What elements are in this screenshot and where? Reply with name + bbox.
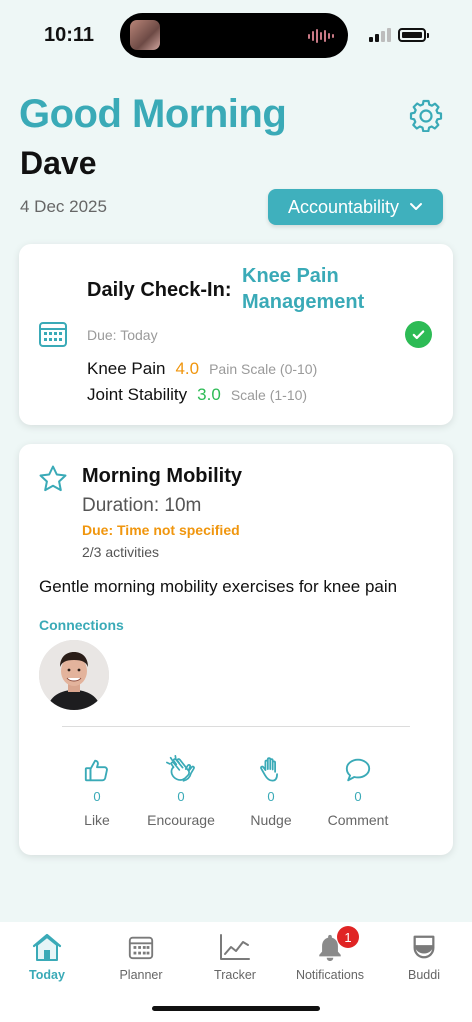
nudge-count: 0 (267, 789, 275, 804)
activity-duration: Duration: 10m (82, 495, 202, 516)
tab-label: Tracker (214, 968, 256, 982)
completed-check-icon (405, 321, 432, 348)
daily-checkin-card[interactable]: Daily Check-In: Knee Pain Management Due… (19, 244, 453, 425)
activity-title: Morning Mobility (82, 465, 242, 487)
divider (62, 726, 410, 727)
metric-value: 3.0 (197, 385, 221, 404)
status-time: 10:11 (44, 24, 95, 46)
metric-value: 4.0 (175, 359, 200, 378)
dynamic-island (120, 13, 348, 58)
settings-gear-icon[interactable] (409, 98, 443, 133)
metric-scale: Scale (1-10) (230, 387, 308, 403)
cellular-signal-icon (369, 28, 391, 42)
line-chart-icon (190, 930, 280, 964)
nudge-label: Nudge (250, 812, 292, 828)
metric-knee-pain: Knee Pain 4.0 Pain Scale (0-10) (87, 359, 317, 379)
calendar-icon (38, 320, 68, 348)
activity-description: Gentle morning mobility exercises for kn… (39, 577, 398, 596)
like-count: 0 (93, 789, 101, 804)
calendar-icon (96, 930, 186, 964)
home-indicator[interactable] (152, 1006, 320, 1011)
thumbs-up-icon (52, 753, 142, 787)
greeting-title: Good Morning (19, 92, 287, 136)
speech-bubble-icon (313, 753, 403, 787)
tab-tracker[interactable]: Tracker (190, 930, 280, 982)
activity-progress: 2/3 activities (82, 544, 160, 560)
tab-planner[interactable]: Planner (96, 930, 186, 982)
encourage-button[interactable]: 0 Encourage (136, 753, 226, 828)
comment-label: Comment (327, 812, 389, 828)
buddi-icon (379, 930, 469, 964)
comment-button[interactable]: 0 Comment (313, 753, 403, 828)
connections-label: Connections (39, 617, 124, 633)
accountability-dropdown-button[interactable]: Accountability (268, 189, 443, 225)
raised-hand-icon (226, 753, 316, 787)
checkin-due: Due: Today (87, 327, 158, 343)
nudge-button[interactable]: 0 Nudge (226, 753, 316, 828)
clapping-hands-icon (136, 753, 226, 787)
metric-scale: Pain Scale (0-10) (209, 361, 318, 377)
like-label: Like (84, 812, 110, 828)
activity-due: Due: Time not specified (82, 522, 240, 538)
tab-label: Notifications (295, 968, 365, 982)
like-button[interactable]: 0 Like (52, 753, 142, 828)
metric-name: Knee Pain (87, 359, 166, 378)
checkin-topic[interactable]: Knee Pain Management (242, 263, 432, 315)
notification-badge: 1 (337, 926, 359, 948)
tab-label: Buddi (408, 968, 440, 982)
connection-avatar[interactable] (39, 640, 109, 710)
tab-label: Planner (119, 968, 163, 982)
now-playing-artwork (130, 20, 160, 50)
tab-notifications[interactable]: 1 Notifications (285, 926, 375, 982)
home-icon (2, 930, 92, 964)
metric-joint-stability: Joint Stability 3.0 Scale (1-10) (87, 385, 307, 405)
chevron-down-icon (410, 203, 423, 210)
metric-name: Joint Stability (87, 385, 188, 404)
user-name: Dave (20, 145, 97, 181)
tab-buddi[interactable]: Buddi (379, 930, 469, 982)
tab-label: Today (29, 968, 65, 982)
status-bar: 10:11 (0, 0, 472, 70)
encourage-label: Encourage (147, 812, 215, 828)
audio-waveform-icon (308, 29, 334, 43)
star-icon[interactable] (38, 464, 68, 494)
checkin-label: Daily Check-In: (87, 279, 232, 301)
battery-icon (398, 28, 429, 42)
comment-count: 0 (354, 789, 362, 804)
current-date: 4 Dec 2025 (20, 197, 107, 216)
activity-card[interactable]: Morning Mobility Duration: 10m Due: Time… (19, 444, 453, 855)
encourage-count: 0 (177, 789, 185, 804)
tab-today[interactable]: Today (2, 930, 92, 982)
accountability-label: Accountability (287, 196, 400, 217)
bell-icon (285, 930, 375, 964)
